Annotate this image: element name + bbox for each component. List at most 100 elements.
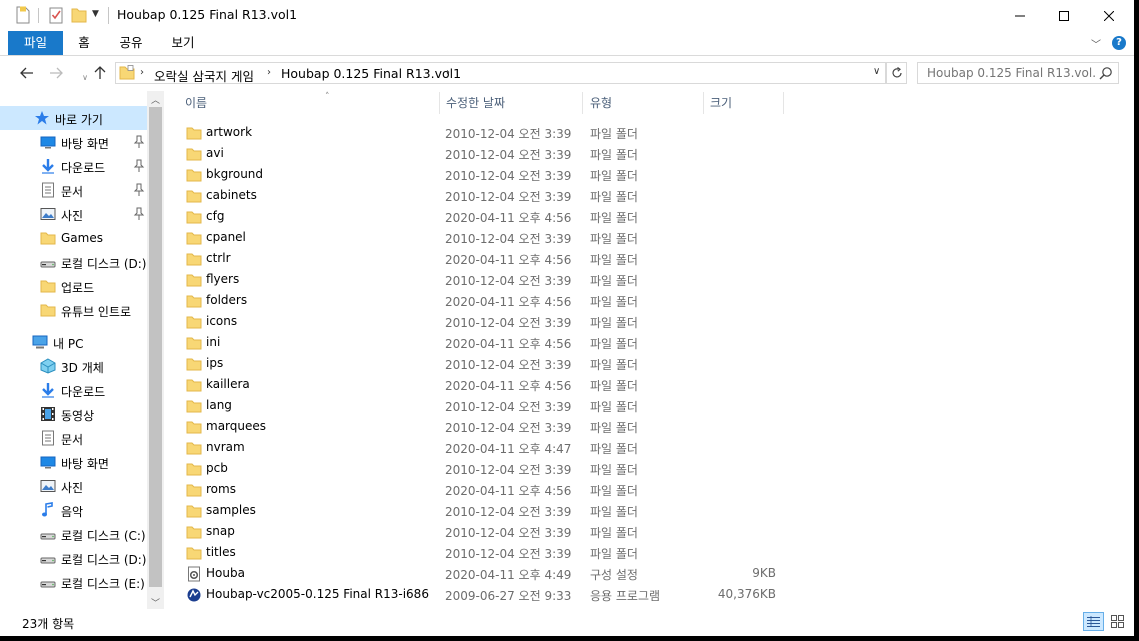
nav-item-folder[interactable]: Games [0, 226, 147, 250]
search-input[interactable] [927, 66, 1097, 80]
file-date: 2010-12-04 오전 3:39 [445, 463, 572, 477]
breadcrumb-chevron-icon[interactable]: › [446, 67, 450, 78]
file-row[interactable]: avi 2010-12-04 오전 3:39 파일 폴더 [180, 143, 780, 164]
window-title: Houbap 0.125 Final R13.vol1 [117, 7, 298, 22]
nav-item-pictures[interactable]: 사진 [0, 474, 147, 498]
file-name: Houbap-vc2005-0.125 Final R13-i686 [206, 587, 429, 601]
file-row[interactable]: ini 2020-04-11 오후 4:56 파일 폴더 [180, 332, 780, 353]
file-row[interactable]: snap 2010-12-04 오전 3:39 파일 폴더 [180, 521, 780, 542]
column-header-name[interactable]: 이름 ˄ [185, 91, 439, 115]
file-row[interactable]: ctrlr 2020-04-11 오후 4:56 파일 폴더 [180, 248, 780, 269]
scroll-down-chevron-icon[interactable]: ﹀ [151, 596, 160, 609]
file-row[interactable]: lang 2010-12-04 오전 3:39 파일 폴더 [180, 395, 780, 416]
column-divider[interactable] [439, 92, 440, 114]
file-row[interactable]: cpanel 2010-12-04 오전 3:39 파일 폴더 [180, 227, 780, 248]
maximize-button[interactable] [1041, 0, 1087, 31]
file-row[interactable]: icons 2010-12-04 오전 3:39 파일 폴더 [180, 311, 780, 332]
expand-ribbon-chevron-icon[interactable]: ﹀ [1091, 36, 1101, 51]
column-header-date[interactable]: 수정한 날짜 [446, 91, 582, 115]
file-row[interactable]: nvram 2020-04-11 오후 4:47 파일 폴더 [180, 437, 780, 458]
nav-item-download[interactable]: 다운로드 [0, 378, 147, 402]
up-button[interactable] [91, 64, 109, 82]
file-row[interactable]: Houba 2020-04-11 오후 4:49 구성 설정 9KB [180, 563, 780, 584]
nav-item-folder[interactable]: 유튜브 인트로 [0, 298, 147, 322]
file-row[interactable]: Houbap-vc2005-0.125 Final R13-i686 2009-0… [180, 584, 780, 605]
nav-item-computer[interactable]: 내 PC [0, 330, 147, 354]
nav-item-desktop[interactable]: 바탕 화면 [0, 450, 147, 474]
navigation-pane-scrollbar[interactable]: ︿ ﹀ [147, 91, 164, 609]
scrollbar-thumb[interactable] [149, 107, 162, 587]
file-type: 파일 폴더 [590, 148, 638, 162]
breadcrumb-item[interactable]: 오락실 삼국지 게임 [154, 66, 254, 85]
back-button[interactable] [18, 64, 36, 82]
close-button[interactable] [1086, 0, 1132, 31]
help-button[interactable]: ? [1112, 36, 1126, 50]
nav-item-label: 업로드 [61, 281, 95, 295]
nav-item-3d-objects[interactable]: 3D 개체 [0, 354, 147, 378]
nav-item-drive[interactable]: 로컬 디스크 (E:) [0, 570, 147, 594]
file-row[interactable]: ips 2010-12-04 오전 3:39 파일 폴더 [180, 353, 780, 374]
nav-item-label: 사진 [61, 209, 84, 223]
file-row[interactable]: pcb 2010-12-04 오전 3:39 파일 폴더 [180, 458, 780, 479]
breadcrumb-chevron-icon[interactable]: › [267, 67, 271, 78]
column-header-type[interactable]: 유형 [590, 91, 704, 115]
tab-share[interactable]: 공유 [112, 31, 150, 55]
file-list: 이름 ˄ 수정한 날짜 유형 크기 artwork 2010-12-04 오전 3… [164, 91, 1134, 609]
nav-item-folder[interactable]: 업로드 [0, 274, 147, 298]
properties-check-icon[interactable] [49, 6, 63, 24]
tab-home[interactable]: 홈 [68, 31, 100, 55]
column-divider[interactable] [703, 92, 704, 114]
nav-item-drive[interactable]: 로컬 디스크 (C:) [0, 522, 147, 546]
tab-view[interactable]: 보기 [163, 31, 203, 55]
desktop-icon [40, 136, 56, 149]
nav-item-document[interactable]: 문서 [0, 426, 147, 450]
tab-file[interactable]: 파일 [8, 31, 63, 55]
nav-item-document[interactable]: 문서 [0, 178, 147, 202]
nav-item-video[interactable]: 동영상 [0, 402, 147, 426]
new-folder-icon[interactable] [71, 6, 87, 24]
nav-item-download[interactable]: 다운로드 [0, 154, 147, 178]
column-divider[interactable] [582, 92, 583, 114]
folder-icon [186, 127, 202, 140]
large-icons-view-button[interactable] [1108, 612, 1127, 631]
file-row[interactable]: marquees 2010-12-04 오전 3:39 파일 폴더 [180, 416, 780, 437]
nav-item-star[interactable]: 바로 가기 [0, 106, 147, 130]
file-row[interactable]: cfg 2020-04-11 오후 4:56 파일 폴더 [180, 206, 780, 227]
file-date: 2020-04-11 오후 4:56 [445, 484, 572, 498]
breadcrumb-chevron-icon[interactable]: › [140, 67, 144, 78]
properties-icon[interactable] [16, 6, 30, 24]
file-row[interactable]: samples 2010-12-04 오전 3:39 파일 폴더 [180, 500, 780, 521]
nav-item-music[interactable]: 음악 [0, 498, 147, 522]
column-divider[interactable] [783, 92, 784, 114]
forward-button[interactable] [47, 64, 65, 82]
folder-icon [186, 232, 202, 245]
forward-arrow-icon [50, 67, 63, 79]
file-row[interactable]: artwork 2010-12-04 오전 3:39 파일 폴더 [180, 122, 780, 143]
file-row[interactable]: cabinets 2010-12-04 오전 3:39 파일 폴더 [180, 185, 780, 206]
address-history-chevron-icon[interactable]: ∨ [873, 66, 880, 77]
file-row[interactable]: folders 2020-04-11 오후 4:56 파일 폴더 [180, 290, 780, 311]
file-row[interactable]: bkground 2010-12-04 오전 3:39 파일 폴더 [180, 164, 780, 185]
file-row[interactable]: kaillera 2020-04-11 오후 4:56 파일 폴더 [180, 374, 780, 395]
search-box[interactable] [917, 62, 1119, 84]
column-header-size[interactable]: 크기 [710, 91, 784, 115]
nav-item-drive[interactable]: 로컬 디스크 (D:) [0, 546, 147, 570]
drive-icon [40, 533, 56, 540]
desktop-icon [40, 456, 56, 469]
file-row[interactable]: flyers 2010-12-04 오전 3:39 파일 폴더 [180, 269, 780, 290]
details-view-button[interactable] [1083, 612, 1104, 631]
customize-toolbar-chevron-icon[interactable]: ▼ [92, 9, 99, 29]
search-icon[interactable] [1099, 66, 1113, 80]
file-date: 2010-12-04 오전 3:39 [445, 547, 572, 561]
address-bar[interactable]: › 오락실 삼국지 게임 › Houbap 0.125 Final R13.vo… [115, 62, 886, 84]
file-row[interactable]: roms 2020-04-11 오후 4:56 파일 폴더 [180, 479, 780, 500]
minimize-button[interactable] [997, 0, 1043, 31]
nav-item-drive[interactable]: 로컬 디스크 (D:) [0, 250, 147, 274]
breadcrumb-item[interactable]: Houbap 0.125 Final R13.vol1 [281, 66, 461, 81]
nav-item-desktop[interactable]: 바탕 화면 [0, 130, 147, 154]
scroll-up-chevron-icon[interactable]: ︿ [151, 93, 160, 106]
refresh-button[interactable] [886, 62, 907, 84]
file-row[interactable]: titles 2010-12-04 오전 3:39 파일 폴더 [180, 542, 780, 563]
file-date: 2010-12-04 오전 3:39 [445, 148, 572, 162]
nav-item-pictures[interactable]: 사진 [0, 202, 147, 226]
